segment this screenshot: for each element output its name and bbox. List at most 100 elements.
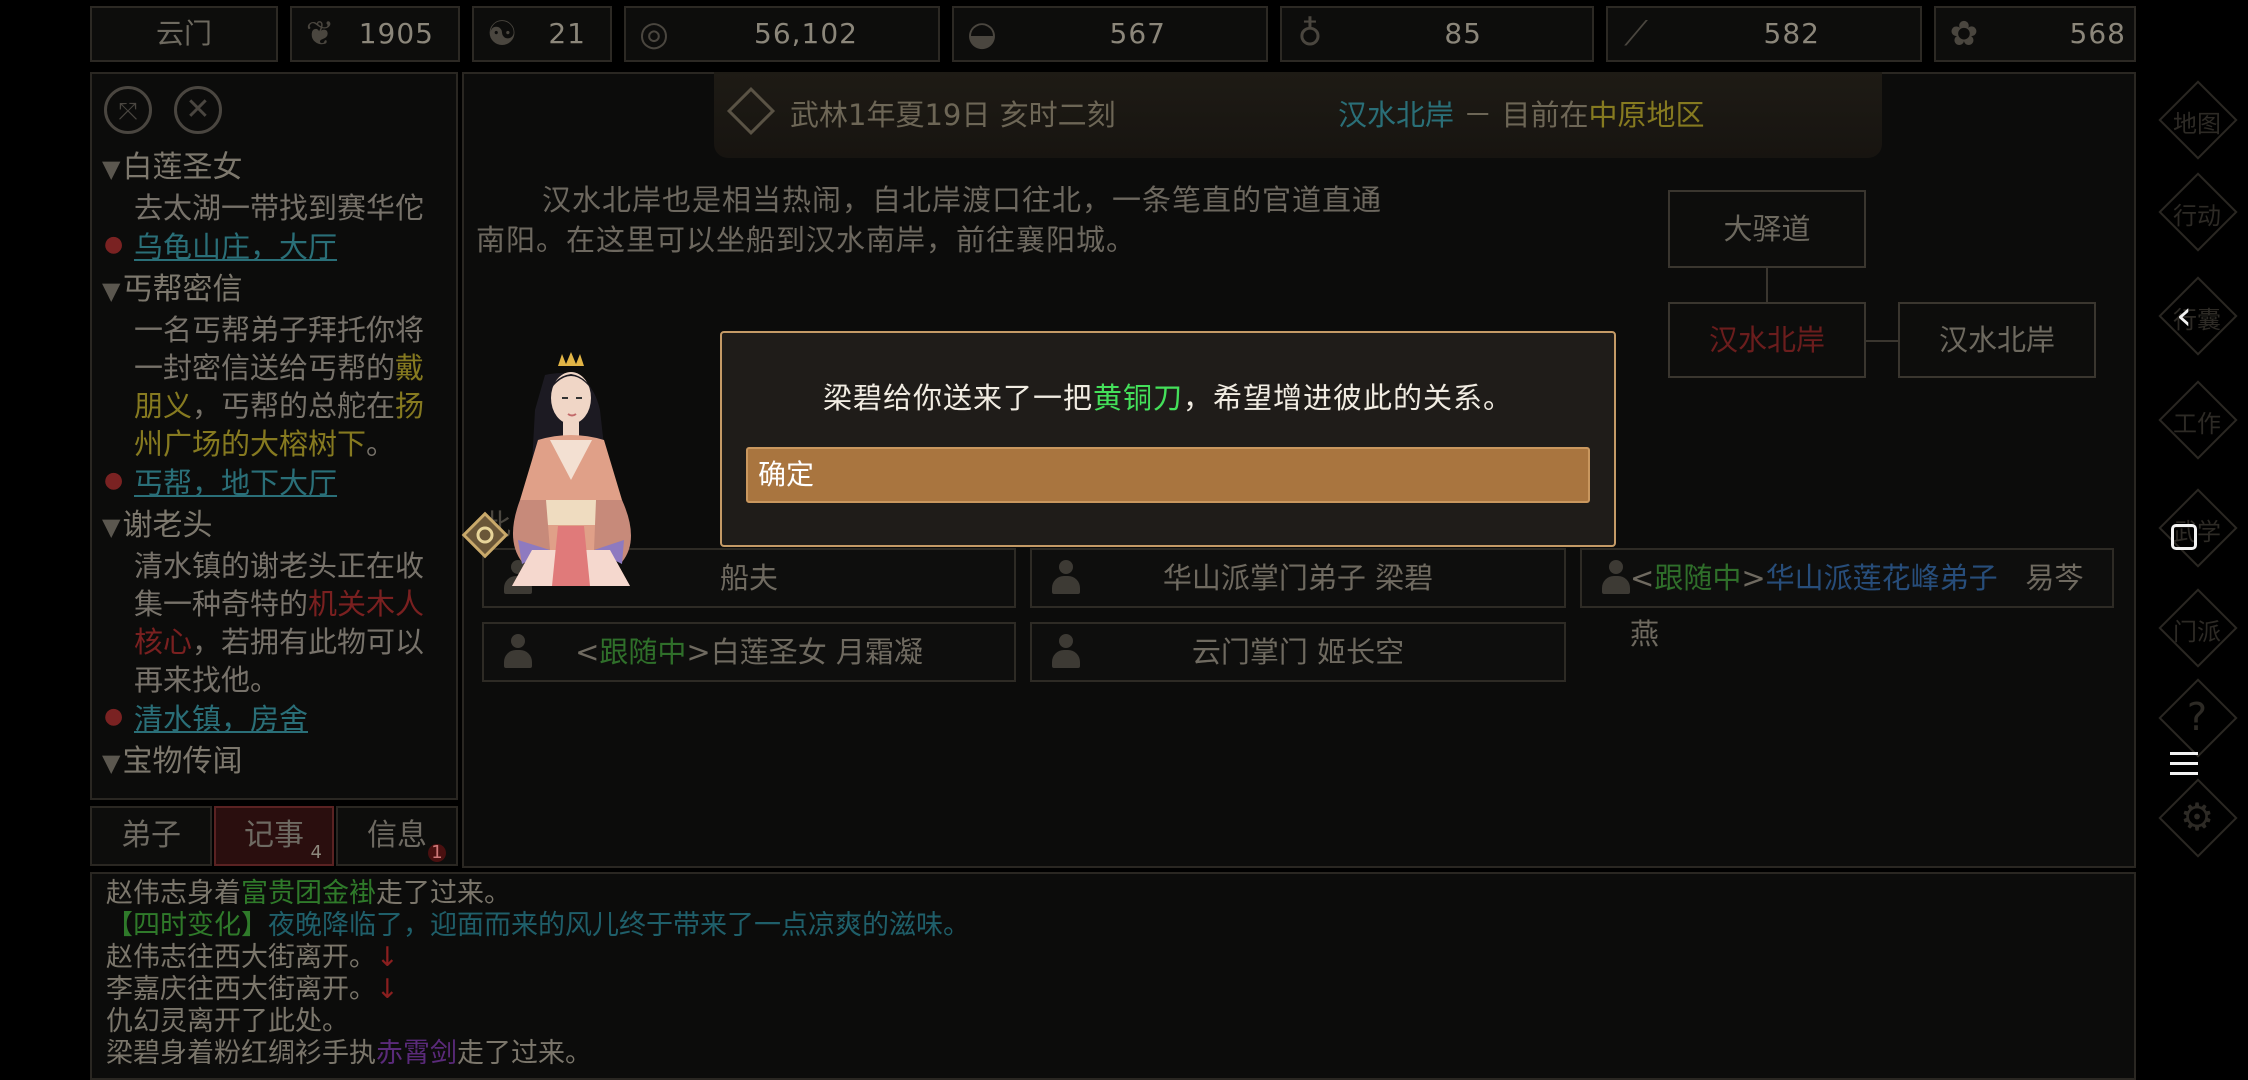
- quest-item[interactable]: ▼白莲圣女 去太湖一带找到赛华佗 ● 乌龟山庄，大厅: [102, 148, 452, 267]
- quest-title: 宝物传闻: [122, 744, 243, 779]
- help-icon: ?: [2186, 695, 2208, 739]
- message-log[interactable]: 赵伟志身着富贵团金褂走了过来。 【四时变化】夜晚降临了，迎面而来的风儿终于带来了…: [90, 872, 2136, 1080]
- npc-button[interactable]: <跟随中>白莲圣女 月霜凝: [482, 622, 1016, 682]
- tab-badge: 4: [310, 842, 322, 863]
- location-pin-icon: ●: [104, 704, 124, 729]
- npc-button[interactable]: 云门掌门 姬长空: [1030, 622, 1566, 682]
- quest-location-link[interactable]: ● 丐帮，地下大厅: [102, 463, 452, 503]
- log-line: 李嘉庆往西大街离开。↓: [106, 974, 399, 1005]
- quest-location-link[interactable]: ● 清水镇，房舍: [102, 699, 452, 739]
- tab-label: 弟子: [121, 818, 181, 853]
- log-line: 【四时变化】夜晚降临了，迎面而来的风儿终于带来了一点凉爽的滋味。: [106, 910, 970, 941]
- resource-reputation[interactable]: ❦ 1905: [290, 6, 460, 62]
- game-date: 武林1年夏19日 亥时二刻: [790, 98, 1116, 132]
- resource-money[interactable]: ◎ 56,102: [624, 6, 940, 62]
- resource-value: 1905: [358, 17, 434, 50]
- sect-name: 云门: [155, 17, 212, 50]
- close-icon: ✕: [185, 92, 211, 127]
- quest-desc: 一名丐帮弟子拜托你将一封密信送给丐帮的戴朋义，丐帮的总舵在扬州广场的大榕树下。: [134, 313, 425, 461]
- nav-map[interactable]: 地图: [2158, 80, 2238, 160]
- nav-action[interactable]: 行动: [2158, 172, 2238, 252]
- resource-ore[interactable]: ✿ 568: [1934, 6, 2136, 62]
- quest-location-text: 乌龟山庄，大厅: [134, 230, 338, 264]
- tab-badge: 1: [428, 844, 446, 862]
- nav-sect[interactable]: 门派: [2158, 588, 2238, 668]
- confirm-button[interactable]: 确定: [746, 447, 1590, 503]
- quest-panel[interactable]: ⤧ ✕ ▼白莲圣女 去太湖一带找到赛华佗 ● 乌龟山庄，大厅 ▼丐帮密信 一名丐帮…: [90, 72, 458, 800]
- person-icon: [504, 634, 532, 670]
- date-banner: 武林1年夏19日 亥时二刻 汉水北岸 － 目前在中原地区: [714, 72, 1882, 158]
- npc-follow-tag: 跟随中: [599, 635, 687, 669]
- npc-follow-tag: 跟随中: [1654, 561, 1742, 595]
- tab-disciples[interactable]: 弟子: [90, 806, 212, 866]
- location-header: 汉水北岸 － 目前在中原地区: [1338, 98, 1705, 132]
- npc-name: 白莲圣女 月霜凝: [710, 635, 923, 669]
- tab-info[interactable]: 信息 1: [336, 806, 458, 866]
- gourd-icon: ♁: [1297, 14, 1323, 54]
- wood-icon: ⟋: [1624, 14, 1648, 54]
- nav-settings[interactable]: ⚙: [2158, 778, 2238, 858]
- log-line: 赵伟志身着富贵团金褂走了过来。: [106, 878, 511, 909]
- resource-yinyang[interactable]: ☯ 21: [472, 6, 612, 62]
- tab-journal[interactable]: 记事 4: [214, 806, 334, 866]
- token-icon: [461, 511, 509, 559]
- quest-location-text: 清水镇，房舍: [134, 702, 309, 736]
- expand-button[interactable]: ⤧: [104, 86, 152, 134]
- map-connector: [1866, 340, 1898, 342]
- npc-name: 云门掌门 姬长空: [1191, 635, 1405, 669]
- map-node-north[interactable]: 大驿道: [1668, 190, 1866, 268]
- down-arrow-icon: ↓: [376, 974, 399, 1005]
- resource-value: 21: [548, 17, 586, 50]
- tab-label: 记事: [244, 818, 304, 853]
- npc-button[interactable]: 华山派掌门弟子 梁碧: [1030, 548, 1566, 608]
- gear-icon: ⚙: [2179, 795, 2215, 839]
- person-icon: [1052, 560, 1080, 596]
- resource-food[interactable]: ◒ 567: [952, 6, 1268, 62]
- quest-item[interactable]: ▼谢老头 清水镇的谢老头正在收集一种奇特的机关木人核心，若拥有此物可以再来找他。…: [102, 506, 452, 739]
- quest-item[interactable]: ▼宝物传闻: [102, 742, 452, 783]
- sect-name-box[interactable]: 云门: [90, 6, 278, 62]
- nav-work[interactable]: 工作: [2158, 380, 2238, 460]
- down-arrow-icon: ↓: [376, 942, 399, 973]
- npc-name: 华山派掌门弟子 梁碧: [1162, 561, 1434, 595]
- quest-location-link[interactable]: ● 乌龟山庄，大厅: [102, 227, 452, 267]
- quest-title: 丐帮密信: [122, 272, 243, 307]
- person-icon: [1052, 634, 1080, 670]
- expand-icon: ⤧: [118, 97, 138, 125]
- collapse-triangle-icon: ▼: [102, 277, 121, 305]
- log-line: 梁碧身着粉红绸衫手执赤霄剑走了过来。: [106, 1038, 592, 1069]
- reputation-icon: ❦: [305, 14, 335, 54]
- quest-location-text: 丐帮，地下大厅: [134, 466, 338, 500]
- location-pin-icon: ●: [104, 232, 124, 257]
- dialog-message: 梁碧给你送来了一把黄铜刀，希望增进彼此的关系。: [822, 381, 1514, 415]
- quest-desc: 清水镇的谢老头正在收集一种奇特的机关木人核心，若拥有此物可以再来找他。: [134, 549, 425, 697]
- calendar-icon: [726, 86, 776, 136]
- npc-button[interactable]: <跟随中>华山派莲花峰弟子 易芩燕: [1580, 548, 2114, 651]
- resource-gourd[interactable]: ♁ 85: [1280, 6, 1594, 62]
- npc-name: 船夫: [719, 561, 778, 595]
- quest-title: 白莲圣女: [122, 150, 243, 185]
- quest-item[interactable]: ▼丐帮密信 一名丐帮弟子拜托你将一封密信送给丐帮的戴朋义，丐帮的总舵在扬州广场的…: [102, 270, 452, 503]
- resource-value: 582: [1763, 17, 1820, 50]
- npc-faction: 华山派莲花峰弟子: [1765, 561, 1998, 595]
- collapse-triangle-icon: ▼: [102, 749, 121, 777]
- map-node-current: 汉水北岸: [1668, 302, 1866, 378]
- quest-desc: 去太湖一带找到赛华佗: [134, 191, 425, 225]
- back-icon[interactable]: ‹: [2162, 294, 2206, 338]
- menu-icon[interactable]: [2162, 742, 2206, 786]
- location-description: 汉水北岸也是相当热闹，自北岸渡口往北，一条笔直的官道直通南阳。在这里可以坐船到汉…: [476, 183, 1383, 257]
- tab-label: 信息: [367, 818, 427, 853]
- person-icon: [1602, 560, 1630, 596]
- resource-value: 567: [1109, 17, 1166, 50]
- map-connector: [1766, 268, 1768, 302]
- map-node-east[interactable]: 汉水北岸: [1898, 302, 2096, 378]
- npc-prefix: <: [575, 635, 600, 669]
- quest-title: 谢老头: [122, 508, 213, 543]
- home-square-icon[interactable]: [2162, 518, 2206, 562]
- gift-item-name: 黄铜刀: [1092, 381, 1183, 415]
- resource-wood[interactable]: ⟋ 582: [1606, 6, 1922, 62]
- yin-yang-icon: ☯: [486, 14, 518, 54]
- collapse-triangle-icon: ▼: [102, 513, 121, 541]
- npc-prefix: <: [1630, 561, 1655, 595]
- close-button[interactable]: ✕: [174, 86, 222, 134]
